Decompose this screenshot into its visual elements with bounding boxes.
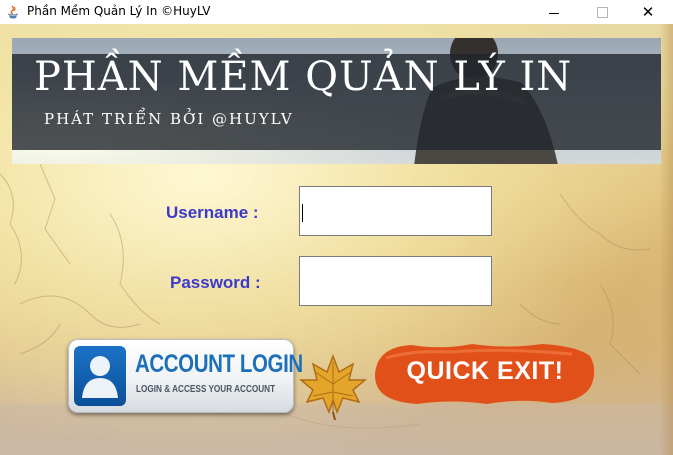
password-input[interactable] xyxy=(299,256,492,306)
user-icon-box xyxy=(74,346,126,406)
text-caret xyxy=(302,204,303,222)
exit-button-label: QUICK EXIT! xyxy=(406,357,564,385)
banner-subtitle: PHÁT TRIỂN BỞI @HUYLV xyxy=(44,110,294,128)
password-label: Password : xyxy=(170,273,261,292)
account-login-button[interactable]: ACCOUNT LOGIN LOGIN & ACCESS YOUR ACCOUN… xyxy=(68,339,303,413)
maximize-button[interactable] xyxy=(579,0,625,24)
close-icon: ✕ xyxy=(641,2,655,21)
username-input[interactable] xyxy=(299,186,492,236)
maple-leaf-icon xyxy=(298,353,368,421)
user-icon xyxy=(82,356,118,398)
banner-title: PHẦN MỀM QUẢN LÝ IN xyxy=(34,54,573,100)
java-app-icon xyxy=(7,5,19,19)
minimize-icon xyxy=(549,12,559,14)
username-label: Username : xyxy=(166,203,259,222)
header-banner: PHẦN MỀM QUẢN LÝ IN PHÁT TRIỂN BỞI @HUYL… xyxy=(12,38,661,164)
close-button[interactable]: ✕ xyxy=(625,0,671,24)
minimize-button[interactable] xyxy=(531,0,577,24)
window-titlebar: Phần Mềm Quản Lý In ©HuyLV ✕ xyxy=(0,0,673,24)
maximize-icon xyxy=(596,6,608,18)
login-panel: PHẦN MỀM QUẢN LÝ IN PHÁT TRIỂN BỞI @HUYL… xyxy=(0,24,673,455)
login-button-title: ACCOUNT LOGIN xyxy=(135,350,303,378)
window-title: Phần Mềm Quản Lý In ©HuyLV xyxy=(27,4,211,18)
login-button-subtitle: LOGIN & ACCESS YOUR ACCOUNT xyxy=(136,384,276,395)
quick-exit-button[interactable]: QUICK EXIT! xyxy=(372,340,598,408)
panel-edge-shade xyxy=(659,24,673,455)
